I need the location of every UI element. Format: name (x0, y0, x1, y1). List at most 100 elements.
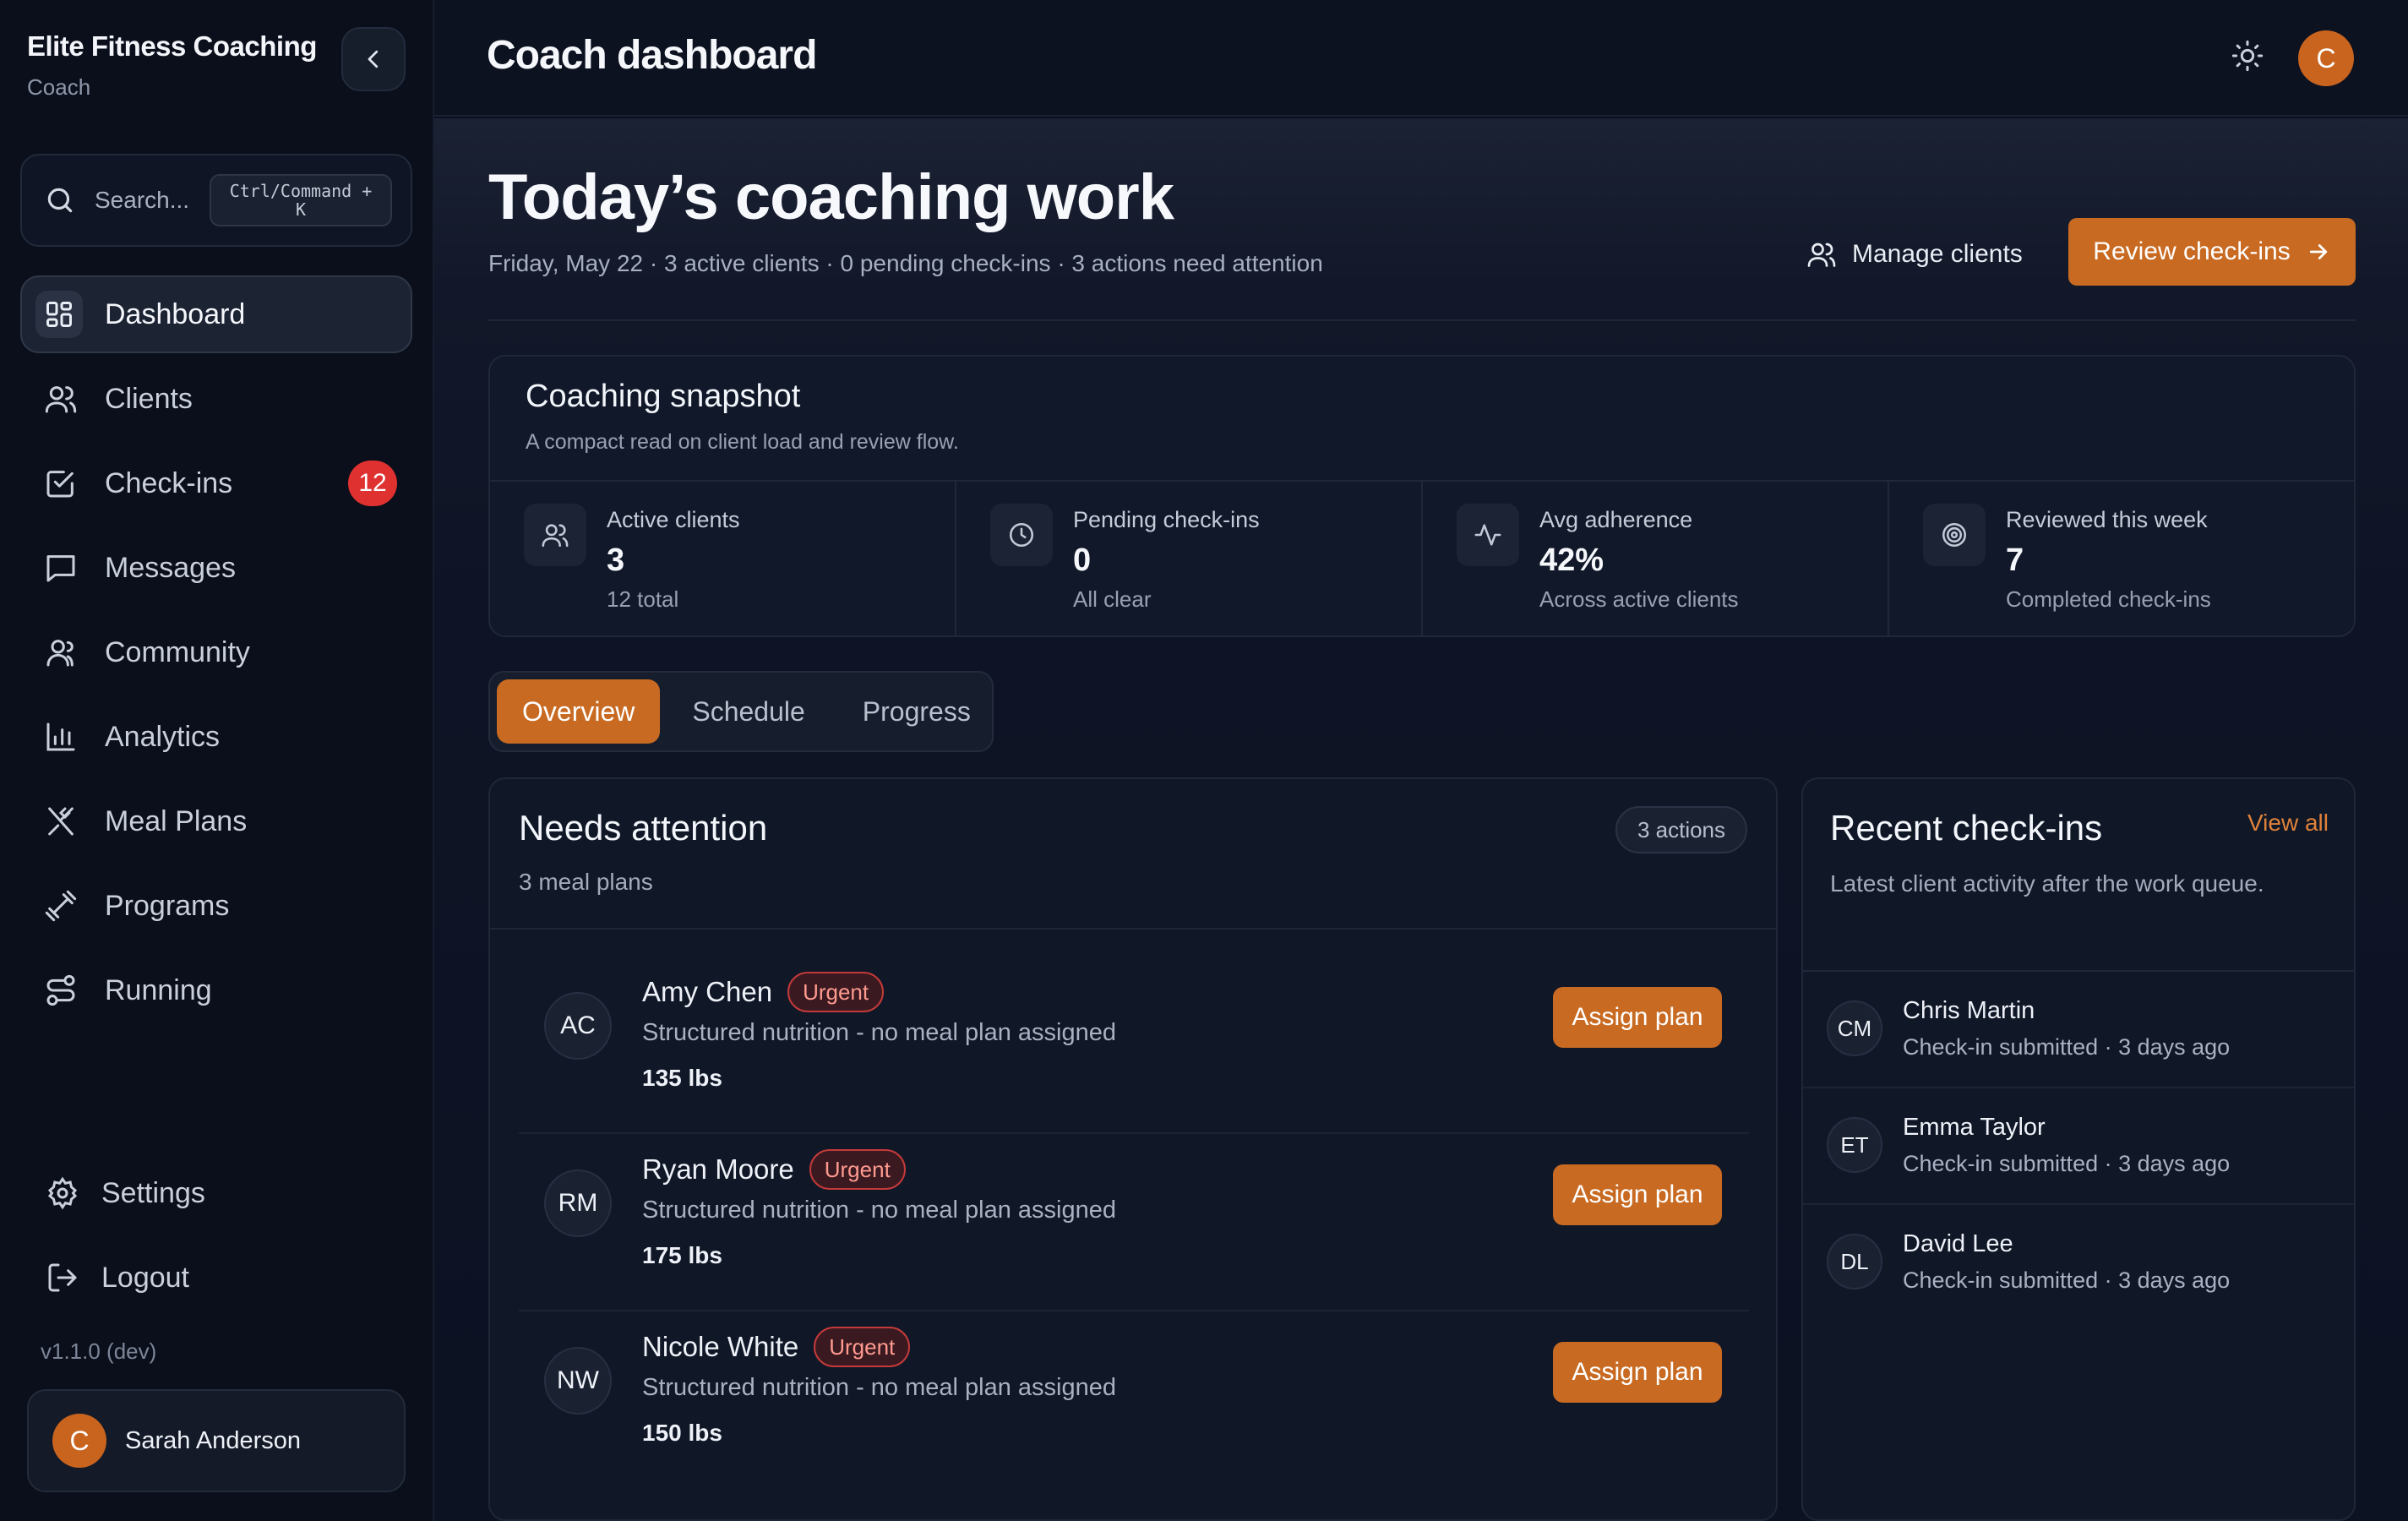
avatar: ET (1827, 1117, 1882, 1173)
avatar: AC (544, 992, 612, 1060)
table-row[interactable]: ET Emma Taylor Check-in submitted · 3 da… (1803, 1088, 2354, 1205)
client-description: Structured nutrition - no meal plan assi… (642, 1374, 1116, 1401)
snapshot-header: Coaching snapshot A compact read on clie… (490, 357, 2354, 482)
stat-sub: Completed check-ins (2006, 586, 2211, 612)
review-check-ins-button[interactable]: Review check-ins (2068, 218, 2356, 286)
sidebar-item-logout[interactable]: Logout (20, 1239, 412, 1317)
tab-overview[interactable]: Overview (497, 679, 661, 744)
checkbox-icon (42, 465, 79, 502)
table-row[interactable]: DL David Lee Check-in submitted · 3 days… (1803, 1205, 2354, 1322)
message-icon (42, 549, 79, 586)
sidebar-item-community[interactable]: Community (20, 613, 412, 691)
stat-sub: 12 total (607, 586, 679, 612)
tab-progress[interactable]: Progress (837, 679, 996, 744)
dumbbell-icon (42, 887, 79, 924)
needs-attention-list: AC Amy Chen Urgent Structured nutrition … (519, 957, 1749, 1489)
sidebar-item-dashboard[interactable]: Dashboard (20, 275, 412, 353)
client-name: David Lee (1903, 1230, 2013, 1257)
logout-label: Logout (101, 1261, 189, 1294)
stat-label: Reviewed this week (2006, 507, 2208, 532)
brand: Elite Fitness Coaching Coach (27, 30, 317, 101)
manage-clients-label: Manage clients (1852, 240, 2023, 268)
client-name-row: Ryan Moore Urgent (642, 1149, 906, 1190)
sidebar-item-label: Dashboard (105, 297, 246, 330)
sidebar-item-clients[interactable]: Clients (20, 360, 412, 438)
avatar: RM (544, 1169, 612, 1237)
sidebar-item-label: Messages (105, 551, 236, 584)
stat-sub: Across active clients (1539, 586, 1739, 612)
user-profile-card[interactable]: C Sarah Anderson (27, 1389, 406, 1492)
gear-icon (44, 1175, 81, 1212)
snapshot-stats: Active clients 3 12 total Pending check-… (490, 482, 2354, 637)
app-root: Elite Fitness Coaching Coach Search... C… (0, 0, 2408, 1521)
sidebar-item-label: Check-ins (105, 466, 233, 499)
recent-check-ins-card: Recent check-ins View all Latest client … (1801, 777, 2356, 1521)
needs-attention-title: Needs attention (519, 808, 768, 848)
stat-value: 7 (2006, 542, 2024, 578)
users-icon (1806, 239, 1837, 270)
sidebar-item-label: Meal Plans (105, 804, 248, 837)
sidebar-item-label: Running (105, 973, 212, 1006)
tab-schedule[interactable]: Schedule (667, 679, 830, 744)
search-input[interactable]: Search... Ctrl/Command + K (20, 154, 412, 247)
assign-plan-button[interactable]: Assign plan (1553, 987, 1722, 1048)
check-in-meta: Check-in submitted · 3 days ago (1903, 1034, 2231, 1060)
urgent-badge: Urgent (809, 1149, 906, 1190)
dashboard-icon (35, 291, 83, 338)
coaching-snapshot-card: Coaching snapshot A compact read on clie… (488, 355, 2356, 637)
users-icon (524, 504, 586, 566)
dashboard-tabs: Overview Schedule Progress (488, 671, 994, 752)
clock-icon (990, 504, 1053, 566)
route-icon (42, 972, 79, 1009)
sidebar-item-settings[interactable]: Settings (20, 1154, 412, 1232)
theme-toggle-button[interactable] (2231, 39, 2264, 73)
stat-avg-adherence: Avg adherence 42% Across active clients (1423, 482, 1889, 637)
sidebar-item-check-ins[interactable]: Check-ins 12 (20, 444, 412, 522)
main-area: Coach dashboard C Today’s coaching work … (434, 0, 2408, 1521)
brand-role: Coach (27, 74, 91, 100)
avatar: DL (1827, 1234, 1882, 1289)
check-in-meta: Check-in submitted · 3 days ago (1903, 1151, 2231, 1176)
page-title: Coach dashboard (487, 33, 817, 78)
client-name[interactable]: Ryan Moore (642, 1153, 794, 1186)
assign-plan-button[interactable]: Assign plan (1553, 1342, 1722, 1403)
sidebar-item-meal-plans[interactable]: Meal Plans (20, 782, 412, 860)
stat-active-clients: Active clients 3 12 total (490, 482, 956, 637)
stat-sub: All clear (1073, 586, 1152, 612)
client-weight: 135 lbs (642, 1065, 722, 1091)
sidebar: Elite Fitness Coaching Coach Search... C… (0, 0, 434, 1521)
check-in-meta: Check-in submitted · 3 days ago (1903, 1268, 2231, 1293)
sidebar-item-analytics[interactable]: Analytics (20, 698, 412, 776)
user-name: Sarah Anderson (125, 1426, 301, 1454)
hero-divider (488, 319, 2356, 321)
community-icon (42, 634, 79, 671)
avatar: C (52, 1414, 106, 1468)
needs-attention-card: Needs attention 3 meal plans 3 actions A… (488, 777, 1778, 1521)
account-avatar[interactable]: C (2298, 30, 2354, 86)
shortcut-line-1: Ctrl/Command + (229, 181, 373, 201)
review-check-ins-label: Review check-ins (2093, 237, 2291, 265)
actions-count-pill: 3 actions (1615, 806, 1747, 853)
list-item: AC Amy Chen Urgent Structured nutrition … (519, 957, 1749, 1134)
collapse-sidebar-button[interactable] (341, 27, 406, 91)
sidebar-item-label: Community (105, 635, 250, 668)
stat-reviewed-this-week: Reviewed this week 7 Completed check-ins (1889, 482, 2354, 637)
table-row[interactable]: CM Chris Martin Check-in submitted · 3 d… (1803, 972, 2354, 1088)
sidebar-item-label: Clients (105, 382, 193, 415)
assign-plan-button[interactable]: Assign plan (1553, 1164, 1722, 1225)
snapshot-title: Coaching snapshot (526, 379, 801, 414)
client-description: Structured nutrition - no meal plan assi… (642, 1019, 1116, 1046)
users-icon (42, 380, 79, 417)
client-weight: 175 lbs (642, 1242, 722, 1268)
sidebar-item-running[interactable]: Running (20, 951, 412, 1029)
view-all-link[interactable]: View all (2247, 810, 2329, 837)
manage-clients-button[interactable]: Manage clients (1806, 223, 2023, 286)
brand-name: Elite Fitness Coaching (27, 30, 317, 62)
sidebar-item-messages[interactable]: Messages (20, 529, 412, 607)
sun-icon (2231, 40, 2264, 72)
client-name[interactable]: Amy Chen (642, 976, 772, 1008)
client-name[interactable]: Nicole White (642, 1331, 798, 1363)
sidebar-item-programs[interactable]: Programs (20, 867, 412, 945)
check-ins-count-badge: 12 (348, 461, 397, 506)
topbar: Coach dashboard C (434, 0, 2408, 117)
